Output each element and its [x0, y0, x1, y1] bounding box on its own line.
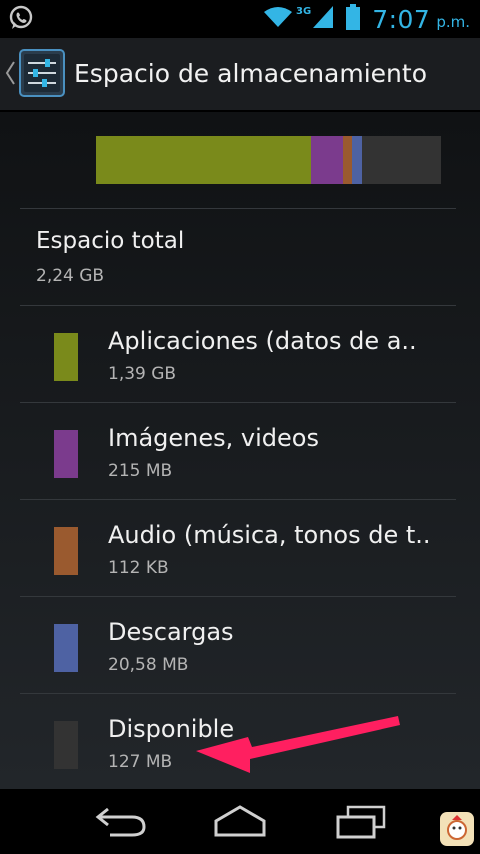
- recent-apps-icon[interactable]: [334, 803, 390, 843]
- page-title: Espacio de almacenamiento: [74, 59, 427, 88]
- storage-item-apps[interactable]: Aplicaciones (datos de a.. 1,39 GB: [0, 306, 480, 402]
- color-swatch: [54, 721, 78, 769]
- storage-item-audio[interactable]: Audio (música, tonos de t.. 112 KB: [0, 500, 480, 596]
- home-icon[interactable]: [212, 803, 268, 843]
- settings-sliders-icon[interactable]: [19, 49, 65, 101]
- whatsapp-icon: [8, 5, 34, 35]
- app-shortcut-icon[interactable]: [440, 812, 474, 846]
- wifi-icon: [263, 6, 293, 32]
- usage-segment: [342, 136, 352, 184]
- usage-segment: [351, 136, 362, 184]
- storage-item-label: Descargas: [108, 618, 234, 646]
- storage-item-label: Audio (música, tonos de t..: [108, 521, 431, 549]
- storage-item-value: 1,39 GB: [108, 364, 177, 384]
- storage-item-label: Aplicaciones (datos de a..: [108, 327, 417, 355]
- color-swatch: [54, 430, 78, 478]
- battery-icon: [346, 4, 361, 34]
- status-bar: 3G 7:07 p.m.: [0, 0, 480, 38]
- signal-icon: [312, 5, 334, 33]
- storage-item-value: 215 MB: [108, 461, 173, 481]
- clock-ampm: p.m.: [436, 13, 470, 31]
- storage-content: Espacio total 2,24 GB Aplicaciones (dato…: [0, 112, 480, 789]
- action-bar: Espacio de almacenamiento: [0, 38, 480, 112]
- usage-segment: [310, 136, 343, 184]
- color-swatch: [54, 527, 78, 575]
- pointer-arrow-icon: [196, 716, 400, 773]
- usage-segment: [361, 136, 441, 184]
- storage-item-downloads[interactable]: Descargas 20,58 MB: [0, 597, 480, 693]
- divider: [20, 208, 456, 209]
- color-swatch: [54, 624, 78, 672]
- total-space-value: 2,24 GB: [36, 266, 105, 286]
- storage-item-value: 20,58 MB: [108, 655, 189, 675]
- clock-time: 7:07: [372, 4, 431, 34]
- storage-item-value: 127 MB: [108, 752, 173, 772]
- storage-item-images-videos[interactable]: Imágenes, videos 215 MB: [0, 403, 480, 499]
- network-type-label: 3G: [296, 5, 312, 17]
- storage-item-label: Imágenes, videos: [108, 424, 319, 452]
- storage-item-value: 112 KB: [108, 558, 169, 578]
- up-caret-icon[interactable]: [4, 60, 16, 90]
- color-swatch: [54, 333, 78, 381]
- back-icon[interactable]: [92, 803, 148, 843]
- storage-usage-bar: [96, 136, 441, 184]
- navigation-bar: [0, 789, 480, 854]
- usage-segment: [96, 136, 311, 184]
- total-space-title: Espacio total: [36, 228, 185, 254]
